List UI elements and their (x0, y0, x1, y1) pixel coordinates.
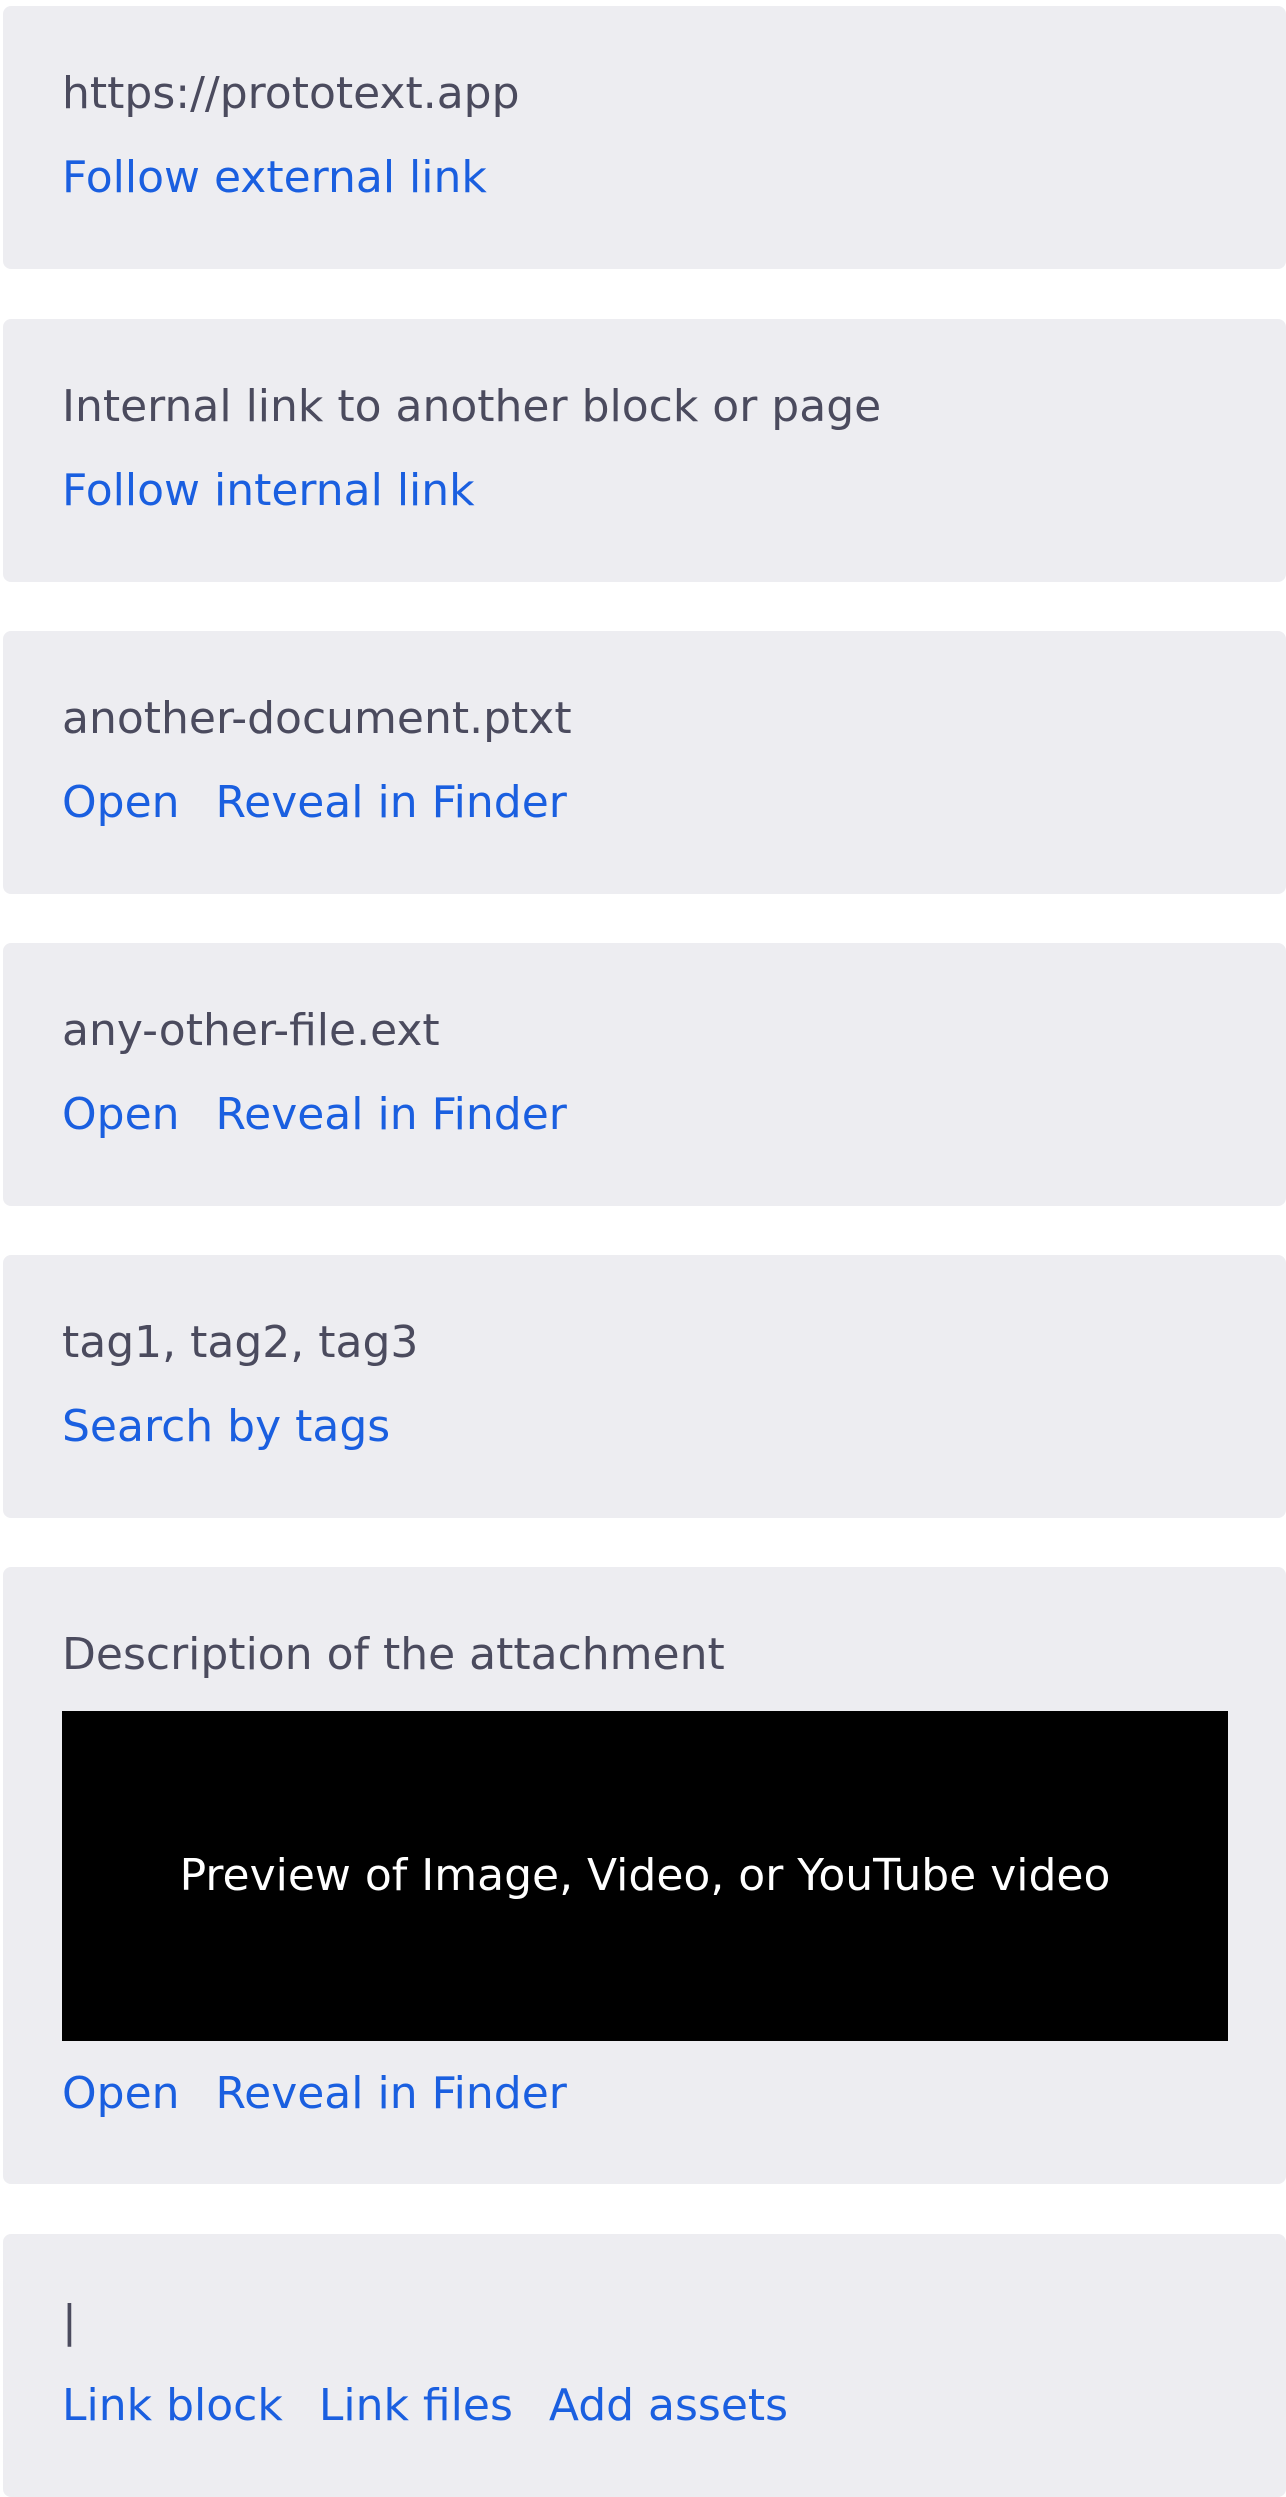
external-link-url: https://prototext.app (62, 68, 520, 119)
tags-list: tag1, tag2, tag3 (62, 1317, 419, 1368)
new-block-actions: Link block Link files Add assets (62, 2378, 810, 2434)
reveal-document-in-finder-button[interactable]: Reveal in Finder (216, 777, 567, 828)
internal-link-block: Internal link to another block or page F… (3, 319, 1286, 582)
reveal-file-in-finder-button[interactable]: Reveal in Finder (216, 1089, 567, 1140)
attachment-actions: Open Reveal in Finder (62, 2066, 589, 2122)
other-file-actions: Open Reveal in Finder (62, 1087, 589, 1143)
follow-internal-link-button[interactable]: Follow internal link (62, 465, 475, 516)
open-attachment-button[interactable]: Open (62, 2068, 180, 2119)
external-link-actions: Follow external link (62, 150, 509, 206)
open-document-button[interactable]: Open (62, 777, 180, 828)
open-file-button[interactable]: Open (62, 1089, 180, 1140)
internal-link-actions: Follow internal link (62, 463, 497, 519)
other-file-block: any-other-file.ext Open Reveal in Finder (3, 943, 1286, 1206)
attachment-block: Description of the attachment Preview of… (3, 1567, 1286, 2184)
link-files-button[interactable]: Link files (319, 2380, 513, 2431)
search-by-tags-button[interactable]: Search by tags (62, 1401, 390, 1452)
add-assets-button[interactable]: Add assets (549, 2380, 788, 2431)
follow-external-link-button[interactable]: Follow external link (62, 152, 487, 203)
attachment-preview-text: Preview of Image, Video, or YouTube vide… (179, 1850, 1111, 1901)
document-file-actions: Open Reveal in Finder (62, 775, 589, 831)
internal-link-description: Internal link to another block or page (62, 381, 882, 432)
link-block-button[interactable]: Link block (62, 2380, 283, 2431)
attachment-preview[interactable]: Preview of Image, Video, or YouTube vide… (62, 1711, 1228, 2041)
other-file-name: any-other-file.ext (62, 1005, 440, 1056)
new-block: | Link block Link files Add assets (3, 2234, 1286, 2497)
tags-actions: Search by tags (62, 1399, 412, 1455)
document-file-name: another-document.ptxt (62, 693, 572, 744)
tags-block: tag1, tag2, tag3 Search by tags (3, 1255, 1286, 1518)
document-file-block: another-document.ptxt Open Reveal in Fin… (3, 631, 1286, 894)
attachment-description: Description of the attachment (62, 1629, 725, 1680)
external-link-block: https://prototext.app Follow external li… (3, 6, 1286, 269)
reveal-attachment-in-finder-button[interactable]: Reveal in Finder (216, 2068, 567, 2119)
text-cursor[interactable]: | (62, 2294, 77, 2350)
